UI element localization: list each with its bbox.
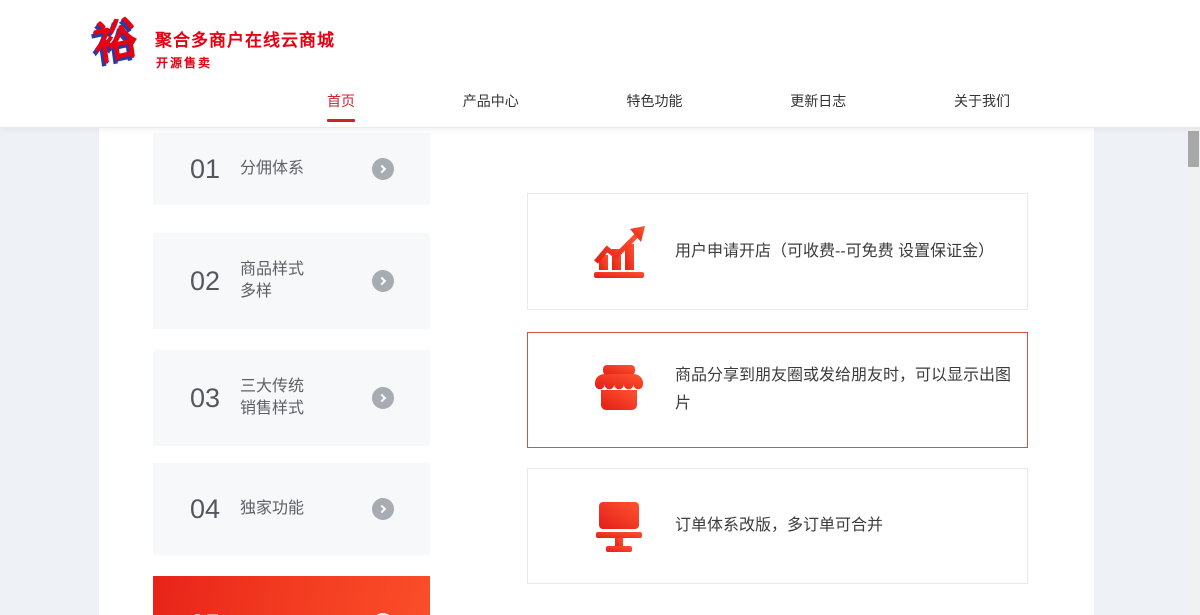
feature-card-text: 订单体系改版，多订单可合并 <box>675 517 884 534</box>
active-tab-underline <box>327 119 355 122</box>
sidebar-item-05-highlighted[interactable]: 05 <box>153 576 430 615</box>
vertical-scrollbar[interactable] <box>1187 128 1200 615</box>
site-title: 聚合多商户在线云商城 <box>155 31 335 50</box>
chevron-right-icon <box>372 387 394 409</box>
sidebar-item-label: 商品样式 多样 <box>240 261 305 300</box>
sidebar-item-number: 02 <box>190 265 221 296</box>
site-header: 裕 聚合多商户在线云商城 开源售卖 首页 产品中心 特色功能 更新日志 关于我们 <box>0 0 1200 128</box>
nav-item-features[interactable]: 特色功能 <box>627 91 683 111</box>
chart-growth-icon <box>594 225 645 278</box>
sidebar-item-sales-styles[interactable]: 03 三大传统 销售样式 <box>153 350 430 446</box>
sidebar-item-label: 独家功能 <box>240 500 305 517</box>
sidebar-item-label: 分佣体系 <box>240 160 305 177</box>
monitor-icon <box>596 502 642 552</box>
scrollbar-thumb[interactable] <box>1188 131 1199 167</box>
chevron-right-icon <box>372 158 394 180</box>
nav-item-label: 更新日志 <box>790 93 847 109</box>
nav-item-home[interactable]: 首页 <box>327 91 355 122</box>
chevron-right-icon <box>372 498 394 520</box>
logo-calligraphy-icon: 裕 <box>90 12 141 71</box>
nav-item-about[interactable]: 关于我们 <box>954 91 1010 111</box>
chevron-right-icon <box>372 270 394 292</box>
nav-item-label: 特色功能 <box>626 93 683 109</box>
sidebar-item-number: 03 <box>190 382 221 413</box>
main-content: 01 分佣体系 02 商品样式 多样 03 三大传统 销售样式 04 独家功能 … <box>0 128 1200 615</box>
feature-card-text: 用户申请开店（可收费--可免费 设置保证金） <box>675 242 995 260</box>
sidebar-item-product-styles[interactable]: 02 商品样式 多样 <box>153 233 430 329</box>
nav-item-products[interactable]: 产品中心 <box>463 91 519 111</box>
feature-card-order-merge[interactable]: 订单体系改版，多订单可合并 <box>527 468 1028 584</box>
nav-item-label: 产品中心 <box>462 93 519 109</box>
sidebar-item-commission[interactable]: 01 分佣体系 <box>153 133 430 205</box>
page: 01 分佣体系 02 商品样式 多样 03 三大传统 销售样式 04 独家功能 … <box>0 0 1200 615</box>
storefront-icon <box>595 365 643 410</box>
sidebar-item-number: 04 <box>190 493 221 524</box>
nav-item-label: 关于我们 <box>954 93 1010 109</box>
main-nav: 首页 产品中心 特色功能 更新日志 关于我们 <box>327 91 1010 122</box>
sidebar-item-exclusive-features[interactable]: 04 独家功能 <box>153 463 430 555</box>
feature-card-text: 商品分享到朋友圈或发给朋友时，可以显示出图片 <box>675 367 1012 412</box>
nav-item-label: 首页 <box>327 93 355 109</box>
sidebar-item-number: 01 <box>190 153 221 184</box>
feature-card-open-shop[interactable]: 用户申请开店（可收费--可免费 设置保证金） <box>527 193 1028 310</box>
feature-card-share-product[interactable]: 商品分享到朋友圈或发给朋友时，可以显示出图片 <box>527 332 1028 448</box>
site-subtitle: 开源售卖 <box>156 56 213 70</box>
sidebar-item-label: 三大传统 销售样式 <box>240 378 305 417</box>
sidebar-item-number: 05 <box>190 609 228 615</box>
site-logo[interactable]: 裕 聚合多商户在线云商城 开源售卖 <box>90 12 410 84</box>
nav-item-changelog[interactable]: 更新日志 <box>790 91 846 111</box>
